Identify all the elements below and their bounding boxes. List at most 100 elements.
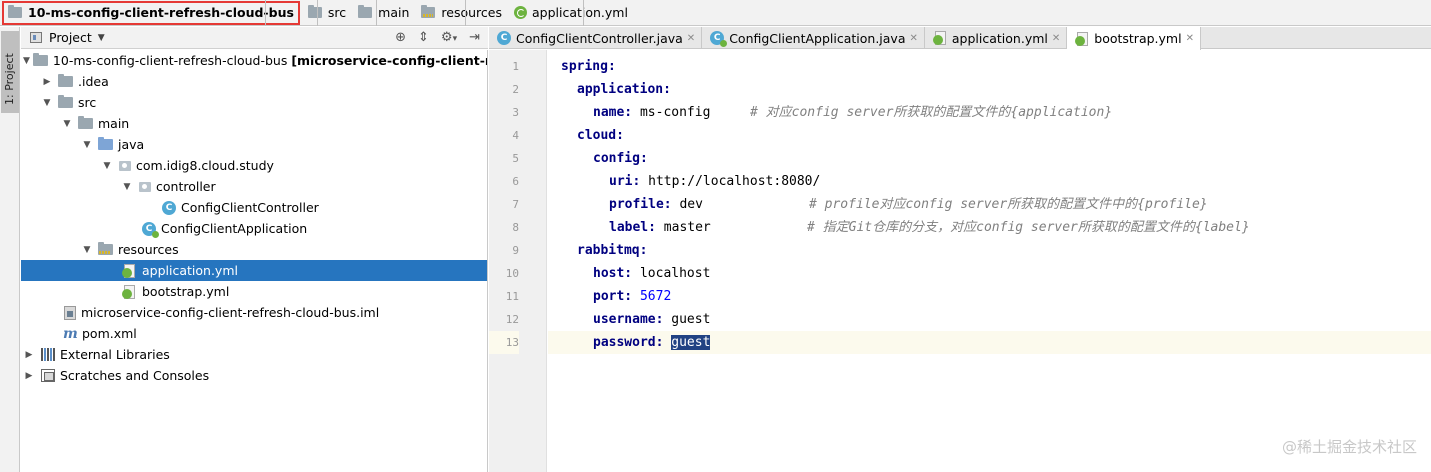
tree-item-label: src <box>78 95 97 110</box>
code-line-current: password: guest <box>548 331 1431 354</box>
breadcrumb-application-yml[interactable]: application.yml <box>506 0 632 26</box>
libraries-icon <box>41 348 55 361</box>
collapse-all-icon[interactable]: ⇕ <box>418 30 429 45</box>
tree-item-label: pom.xml <box>82 326 137 341</box>
line-number: 11 <box>505 290 519 303</box>
yaml-comment: # 指定Git仓库的分支，对应config server所获取的配置文件的{la… <box>807 220 1250 235</box>
code-line: label: master # 指定Git仓库的分支，对应config serve… <box>548 216 1431 239</box>
chevron-down-icon[interactable]: ▼ <box>61 119 73 129</box>
yaml-value: http://localhost:8080/ <box>640 174 821 189</box>
selected-text: guest <box>671 335 711 350</box>
chevron-down-icon[interactable]: ▼ <box>41 98 53 108</box>
spring-boot-class-icon: C <box>710 31 728 47</box>
tree-item-package-controller[interactable]: ▼ controller <box>21 176 487 197</box>
tree-item-module[interactable]: ▼ 10-ms-config-client-refresh-cloud-bus … <box>21 50 487 71</box>
yaml-value: localhost <box>632 266 711 281</box>
code-line: rabbitmq: <box>548 239 1431 262</box>
scratches-icon <box>41 369 55 382</box>
package-icon <box>139 181 151 192</box>
class-icon: C <box>497 31 511 45</box>
chevron-down-icon[interactable]: ▼ <box>121 182 133 192</box>
code-editor[interactable]: spring: application: name: ms-config # 对应… <box>548 50 1431 472</box>
tool-window-tab-project[interactable]: 1: Project <box>1 31 19 113</box>
tree-item-external-libraries[interactable]: ▶ External Libraries <box>21 344 487 365</box>
package-icon <box>119 160 131 171</box>
tree-item-iml-file[interactable]: microservice-config-client-refresh-cloud… <box>21 302 487 323</box>
chevron-down-icon[interactable]: ▼ <box>81 140 93 150</box>
breadcrumb-resources[interactable]: resources <box>413 0 506 26</box>
tree-item-label: microservice-config-client-refresh-cloud… <box>81 305 380 320</box>
yaml-comment: # profile对应config server所获取的配置文件中的{profi… <box>809 197 1208 212</box>
tab-bootstrap-yml[interactable]: bootstrap.yml ✕ <box>1067 27 1201 50</box>
gear-icon[interactable]: ⚙▾ <box>441 30 457 45</box>
yaml-value: guest <box>663 312 711 327</box>
tree-item-label: application.yml <box>142 263 238 278</box>
tab-application-yml[interactable]: application.yml ✕ <box>925 27 1068 49</box>
line-number: 13 <box>489 331 519 354</box>
close-icon[interactable]: ✕ <box>910 33 918 44</box>
breadcrumb-project[interactable]: 10-ms-config-client-refresh-cloud-bus <box>2 0 300 25</box>
yaml-number-value: 5672 <box>632 289 672 304</box>
tab-label: bootstrap.yml <box>1094 31 1182 46</box>
line-number: 10 <box>505 267 519 280</box>
yaml-key: label: <box>609 220 656 235</box>
tree-item-src[interactable]: ▼ src <box>21 92 487 113</box>
watermark: @稀土掘金技术社区 <box>1281 438 1417 456</box>
tree-item-config-client-application[interactable]: C ConfigClientApplication <box>21 218 487 239</box>
tree-item-label: bootstrap.yml <box>142 284 230 299</box>
breadcrumb-label: 10-ms-config-client-refresh-cloud-bus <box>28 5 294 20</box>
breadcrumb-separator <box>376 0 386 26</box>
breadcrumb-separator <box>465 0 475 26</box>
tree-item-config-client-controller[interactable]: C ConfigClientController <box>21 197 487 218</box>
close-icon[interactable]: ✕ <box>1052 33 1060 44</box>
breadcrumb-label: application.yml <box>531 5 628 20</box>
tree-item-scratches[interactable]: ▶ Scratches and Consoles <box>21 365 487 386</box>
chevron-down-icon[interactable]: ▼ <box>23 56 30 66</box>
tree-item-label: main <box>98 116 130 131</box>
project-view-icon <box>30 32 42 43</box>
tree-item-idea[interactable]: ▶ .idea <box>21 71 487 92</box>
chevron-down-icon[interactable]: ▼ <box>98 33 105 43</box>
yaml-key: config: <box>593 151 648 166</box>
tab-config-client-controller[interactable]: C ConfigClientController.java ✕ <box>489 27 703 49</box>
line-number: 12 <box>505 313 519 326</box>
tree-item-bootstrap-yml[interactable]: bootstrap.yml <box>21 281 487 302</box>
chevron-down-icon[interactable]: ▼ <box>81 245 93 255</box>
breadcrumb-separator <box>583 0 593 26</box>
project-panel-title[interactable]: Project <box>49 30 92 45</box>
tree-item-label: resources <box>118 242 179 257</box>
code-line: host: localhost <box>548 262 1431 285</box>
close-icon[interactable]: ✕ <box>687 33 695 44</box>
source-folder-icon <box>98 137 113 150</box>
tab-config-client-application[interactable]: C ConfigClientApplication.java ✕ <box>702 27 925 49</box>
yaml-key: username: <box>593 312 664 327</box>
yaml-key: spring: <box>561 59 616 74</box>
close-icon[interactable]: ✕ <box>1186 33 1194 44</box>
chevron-right-icon[interactable]: ▶ <box>23 371 35 381</box>
breadcrumb-separator <box>265 0 275 26</box>
module-folder-icon <box>32 53 48 66</box>
line-number: 9 <box>512 244 519 257</box>
tree-item-java[interactable]: ▼ java <box>21 134 487 155</box>
folder-icon <box>58 74 73 87</box>
hide-panel-icon[interactable]: ⇥ <box>469 30 480 45</box>
tree-item-label: com.idig8.cloud.study <box>136 158 274 173</box>
code-line: username: guest <box>548 308 1431 331</box>
chevron-right-icon[interactable]: ▶ <box>41 77 53 87</box>
iml-file-icon <box>64 305 76 320</box>
tree-item-application-yml[interactable]: application.yml <box>21 260 487 281</box>
yaml-value: dev <box>671 197 703 212</box>
yaml-key: port: <box>593 289 633 304</box>
chevron-right-icon[interactable]: ▶ <box>23 350 35 360</box>
locate-file-icon[interactable]: ⊕ <box>395 30 406 45</box>
breadcrumb-separator <box>317 0 327 26</box>
line-number: 4 <box>512 129 519 142</box>
code-line: spring: <box>548 55 1431 78</box>
chevron-down-icon[interactable]: ▼ <box>101 161 113 171</box>
tree-item-pom-xml[interactable]: m pom.xml <box>21 323 487 344</box>
tree-item-package-study[interactable]: ▼ com.idig8.cloud.study <box>21 155 487 176</box>
tree-item-main[interactable]: ▼ main <box>21 113 487 134</box>
project-panel-header: Project ▼ ⊕ ⇕ ⚙▾ ⇥ <box>21 27 488 49</box>
line-number: 5 <box>512 152 519 165</box>
tree-item-resources[interactable]: ▼ resources <box>21 239 487 260</box>
